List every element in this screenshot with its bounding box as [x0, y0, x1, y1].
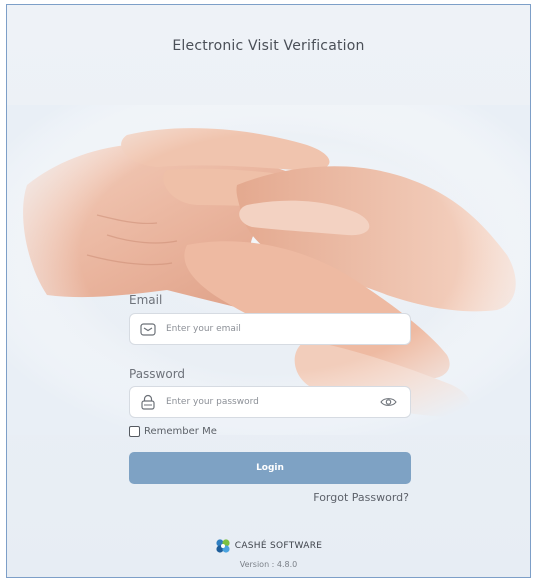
password-field[interactable]: [129, 386, 411, 418]
email-field[interactable]: [129, 313, 411, 345]
remember-checkbox[interactable]: [129, 426, 140, 437]
eye-icon[interactable]: [378, 393, 398, 411]
version-text: Version : 4.8.0: [239, 560, 298, 569]
cashe-logo-icon: [215, 538, 231, 554]
forgot-password-link[interactable]: Forgot Password?: [313, 491, 409, 504]
brand-name: CASHÉ SOFTWARE: [234, 541, 323, 551]
brand: CASHÉ SOFTWARE: [7, 538, 530, 554]
password-input[interactable]: [166, 387, 378, 417]
email-label: Email: [129, 293, 163, 307]
remember-label: Remember Me: [144, 426, 217, 437]
lock-icon: [138, 393, 158, 411]
login-window: Electronic Visit Verification Email Pass…: [6, 4, 531, 578]
email-input[interactable]: [166, 314, 410, 344]
remember-me[interactable]: Remember Me: [129, 426, 217, 437]
envelope-icon: [138, 320, 158, 338]
login-button[interactable]: Login: [129, 452, 411, 484]
password-label: Password: [129, 367, 186, 381]
page-title: Electronic Visit Verification: [172, 38, 365, 54]
